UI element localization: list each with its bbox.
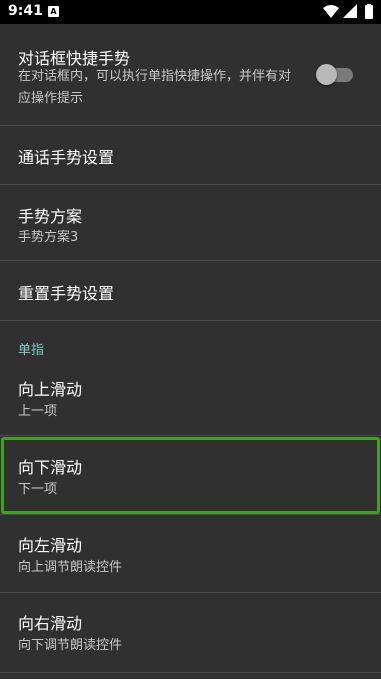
- divider: [0, 435, 381, 436]
- call-gesture-setting[interactable]: 通话手势设置: [0, 126, 381, 185]
- status-icons: [323, 4, 373, 19]
- swipe-left-setting[interactable]: 向左滑动 向上调节朗读控件: [0, 515, 381, 592]
- wifi-icon: [323, 5, 339, 18]
- gesture-scheme-summary: 手势方案3: [18, 230, 79, 245]
- swipe-left-title: 向左滑动: [18, 536, 83, 555]
- swipe-left-summary: 向上调节朗读控件: [18, 560, 123, 575]
- battery-icon: [365, 5, 373, 19]
- notification-a-icon: A: [48, 6, 59, 17]
- swipe-right-setting[interactable]: 向右滑动 向下调节朗读控件: [0, 593, 381, 673]
- reset-gesture-title: 重置手势设置: [18, 284, 115, 303]
- swipe-down-title: 向下滑动: [18, 458, 83, 477]
- swipe-up-summary: 上一项: [18, 404, 58, 419]
- swipe-right-summary: 向下调节朗读控件: [18, 638, 123, 653]
- status-bar: 9:41 A: [0, 0, 381, 24]
- gesture-scheme-setting[interactable]: 手势方案 手势方案3: [0, 185, 381, 260]
- signal-icon: [343, 4, 357, 18]
- swipe-down-setting[interactable]: 向下滑动 下一项: [0, 437, 381, 514]
- swipe-right-title: 向右滑动: [18, 614, 83, 633]
- gesture-scheme-title: 手势方案: [18, 207, 83, 226]
- status-time: 9:41: [8, 3, 43, 19]
- swipe-down-summary: 下一项: [18, 482, 58, 497]
- reset-gesture-setting[interactable]: 重置手势设置: [0, 261, 381, 321]
- divider: [0, 672, 381, 673]
- single-finger-category: 单指: [18, 343, 45, 358]
- swipe-up-setting[interactable]: 向上滑动 上一项: [0, 362, 381, 437]
- swipe-up-title: 向上滑动: [18, 380, 83, 399]
- call-gesture-title: 通话手势设置: [18, 148, 115, 167]
- dialog-gesture-switch[interactable]: [316, 64, 337, 85]
- divider: [0, 320, 381, 321]
- dialog-gesture-summary: 在对话框内，可以执行单指快捷操作，并伴有对应操作提示: [18, 69, 292, 106]
